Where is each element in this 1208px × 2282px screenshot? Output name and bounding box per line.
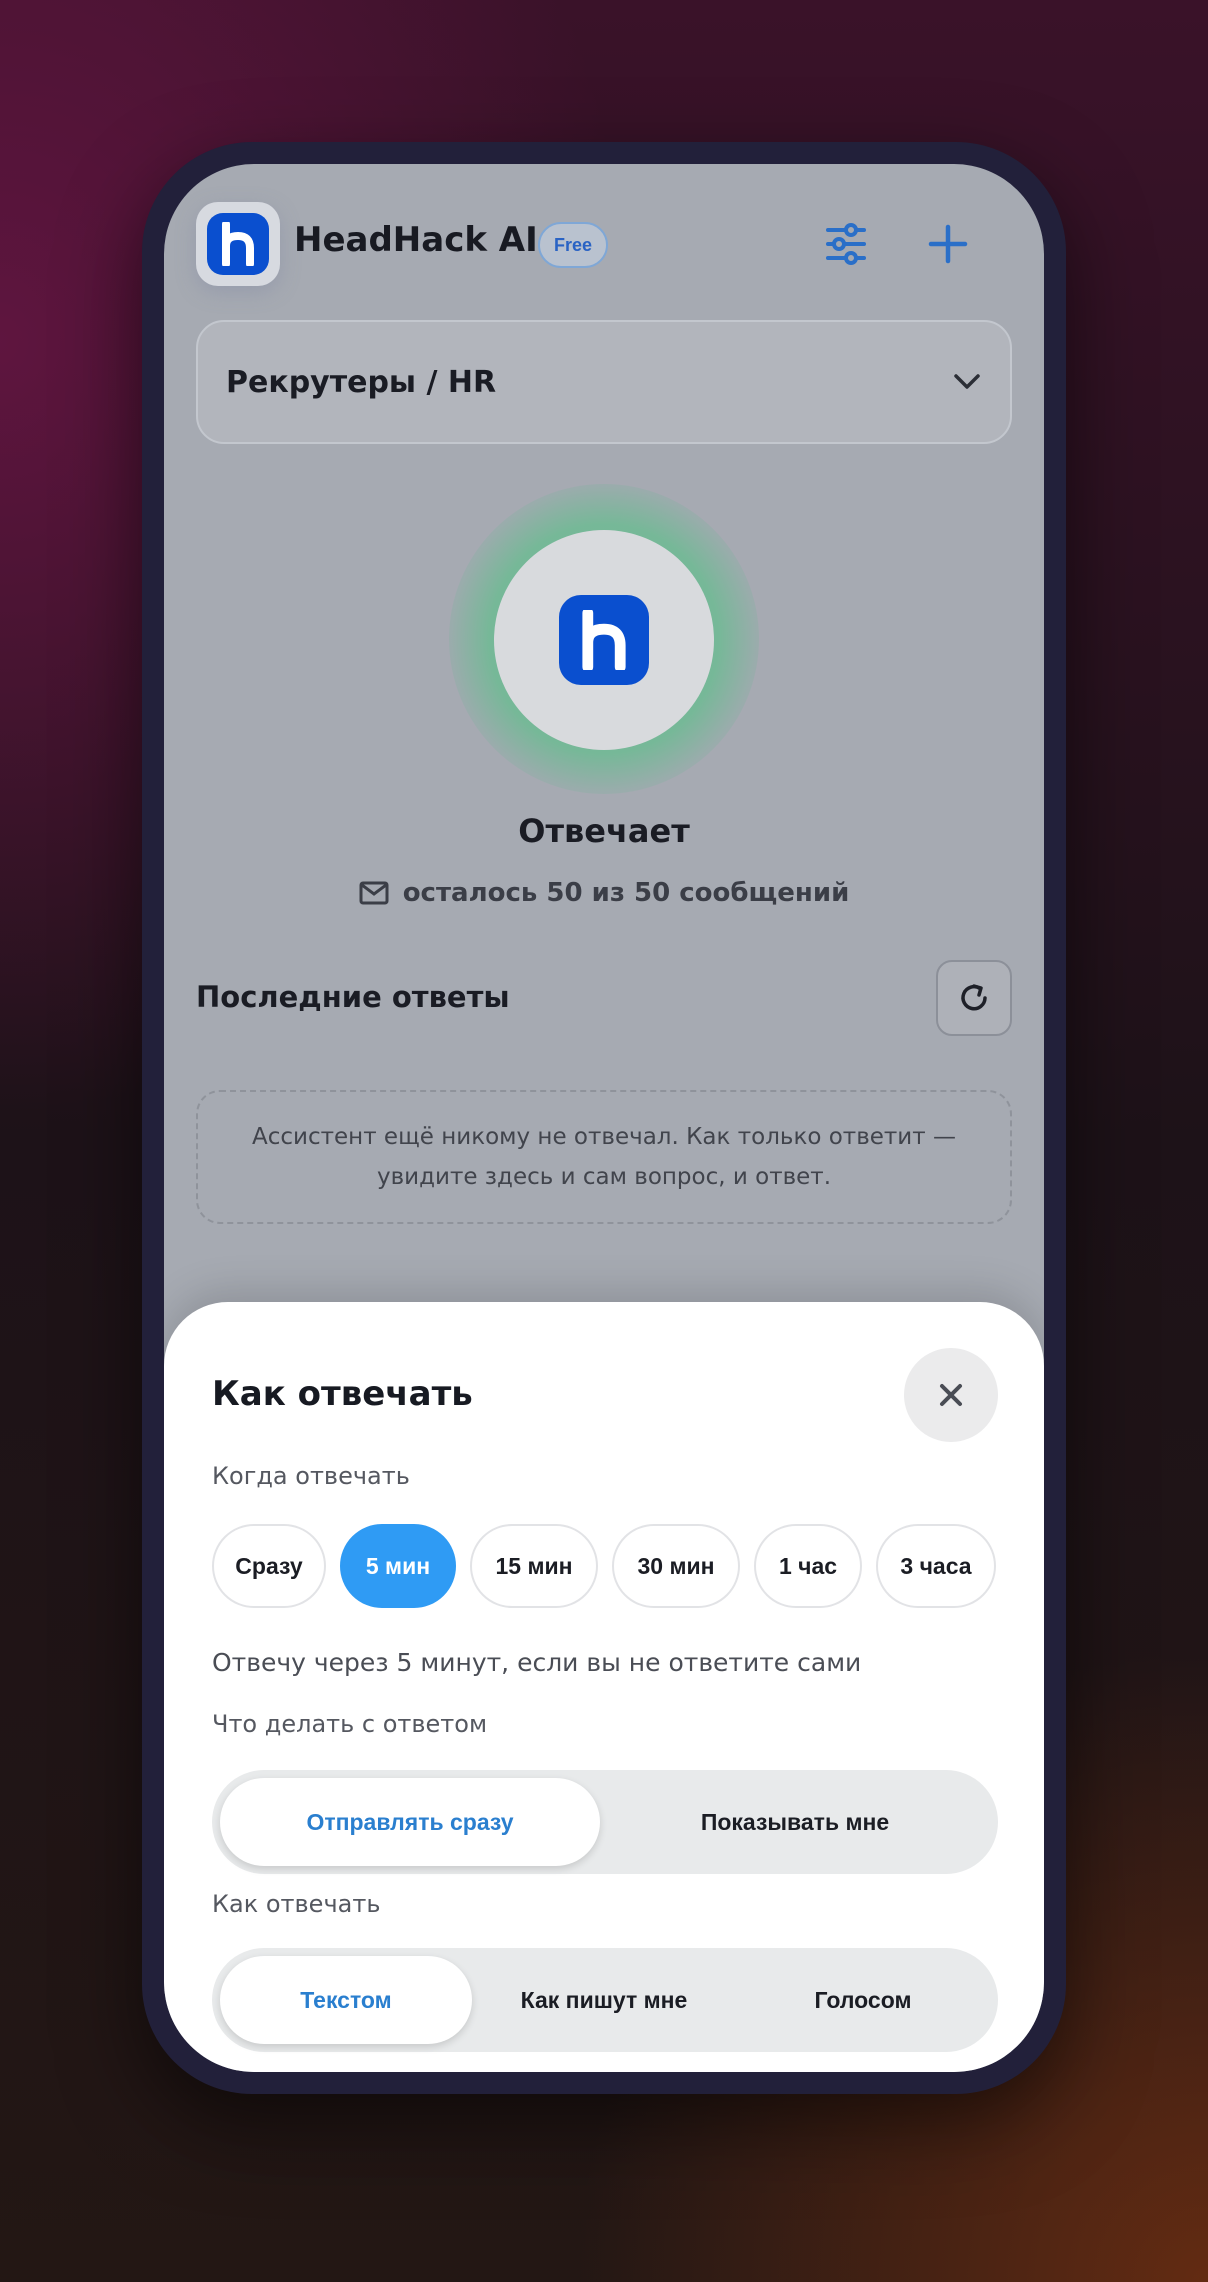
style-option-voice[interactable]: Голосом <box>736 1956 990 2044</box>
delay-chip-1h[interactable]: 1 час <box>754 1524 862 1608</box>
recent-answers-title: Последние ответы <box>196 980 510 1014</box>
action-segmented-control: Отправлять сразу Показывать мне <box>212 1770 998 1874</box>
sheet-title: Как отвечать <box>212 1374 473 1414</box>
when-label: Когда отвечать <box>212 1462 410 1490</box>
h-logo-icon <box>582 610 626 670</box>
delay-chip-5min[interactable]: 5 мин <box>340 1524 456 1608</box>
style-option-text[interactable]: Текстом <box>220 1956 472 2044</box>
plus-icon <box>928 224 968 264</box>
app-screen: HeadHack AI Free Рекрутеры / HR Отвечает… <box>164 164 1044 2072</box>
delay-chip-now[interactable]: Сразу <box>212 1524 326 1608</box>
refresh-icon <box>961 984 987 1011</box>
action-option-show-me[interactable]: Показывать мне <box>600 1778 990 1866</box>
quota-row: осталось 50 из 50 сообщений <box>164 878 1044 908</box>
add-button[interactable] <box>918 214 978 274</box>
quota-text: осталось 50 из 50 сообщений <box>402 878 850 908</box>
delay-options: Сразу 5 мин 15 мин 30 мин 1 час 3 часа <box>212 1524 996 1608</box>
settings-button[interactable] <box>816 214 876 274</box>
action-option-send-now[interactable]: Отправлять сразу <box>220 1778 600 1866</box>
app-title: HeadHack AI <box>294 220 538 260</box>
settings-sliders-icon <box>826 223 866 265</box>
app-logo <box>196 202 280 286</box>
h-logo-icon <box>222 222 254 266</box>
chevron-down-icon <box>954 374 980 389</box>
plan-badge: Free <box>538 222 609 268</box>
refresh-button[interactable] <box>936 960 1012 1036</box>
delay-chip-15min[interactable]: 15 мин <box>470 1524 598 1608</box>
close-button[interactable] <box>904 1348 998 1442</box>
delay-chip-3h[interactable]: 3 часа <box>876 1524 996 1608</box>
style-label: Как отвечать <box>212 1890 381 1918</box>
status-label: Отвечает <box>518 812 690 850</box>
reply-settings-sheet: Как отвечать Когда отвечать Сразу 5 мин … <box>164 1302 1044 2072</box>
status-indicator <box>494 530 714 750</box>
close-icon <box>940 1384 962 1406</box>
logo-tile <box>207 213 269 275</box>
delay-chip-30min[interactable]: 30 мин <box>612 1524 740 1608</box>
style-option-like-me[interactable]: Как пишут мне <box>472 1956 736 2044</box>
empty-state-text: Ассистент ещё никому не отвечал. Как тол… <box>252 1124 956 1190</box>
action-label: Что делать с ответом <box>212 1710 488 1738</box>
empty-state: Ассистент ещё никому не отвечал. Как тол… <box>196 1090 1012 1224</box>
category-select[interactable]: Рекрутеры / HR <box>196 320 1012 444</box>
mail-icon <box>359 881 389 905</box>
delay-hint: Отвечу через 5 минут, если вы не ответит… <box>212 1648 862 1677</box>
status-logo <box>559 595 649 685</box>
style-segmented-control: Текстом Как пишут мне Голосом <box>212 1948 998 2052</box>
category-value: Рекрутеры / HR <box>226 364 497 400</box>
